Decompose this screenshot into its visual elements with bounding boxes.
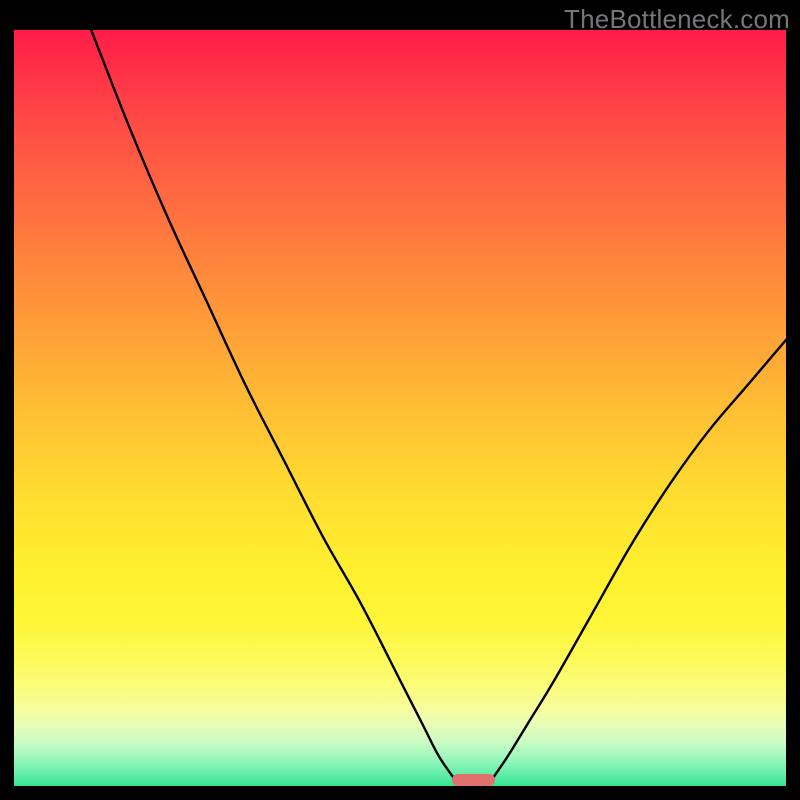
- curve-right-branch: [493, 340, 786, 778]
- chart-frame: TheBottleneck.com: [0, 0, 800, 800]
- bottleneck-curve: [14, 30, 786, 786]
- curve-left-branch: [91, 30, 454, 778]
- plot-area: [14, 30, 786, 786]
- watermark-text: TheBottleneck.com: [564, 4, 790, 35]
- optimum-marker: [452, 774, 494, 786]
